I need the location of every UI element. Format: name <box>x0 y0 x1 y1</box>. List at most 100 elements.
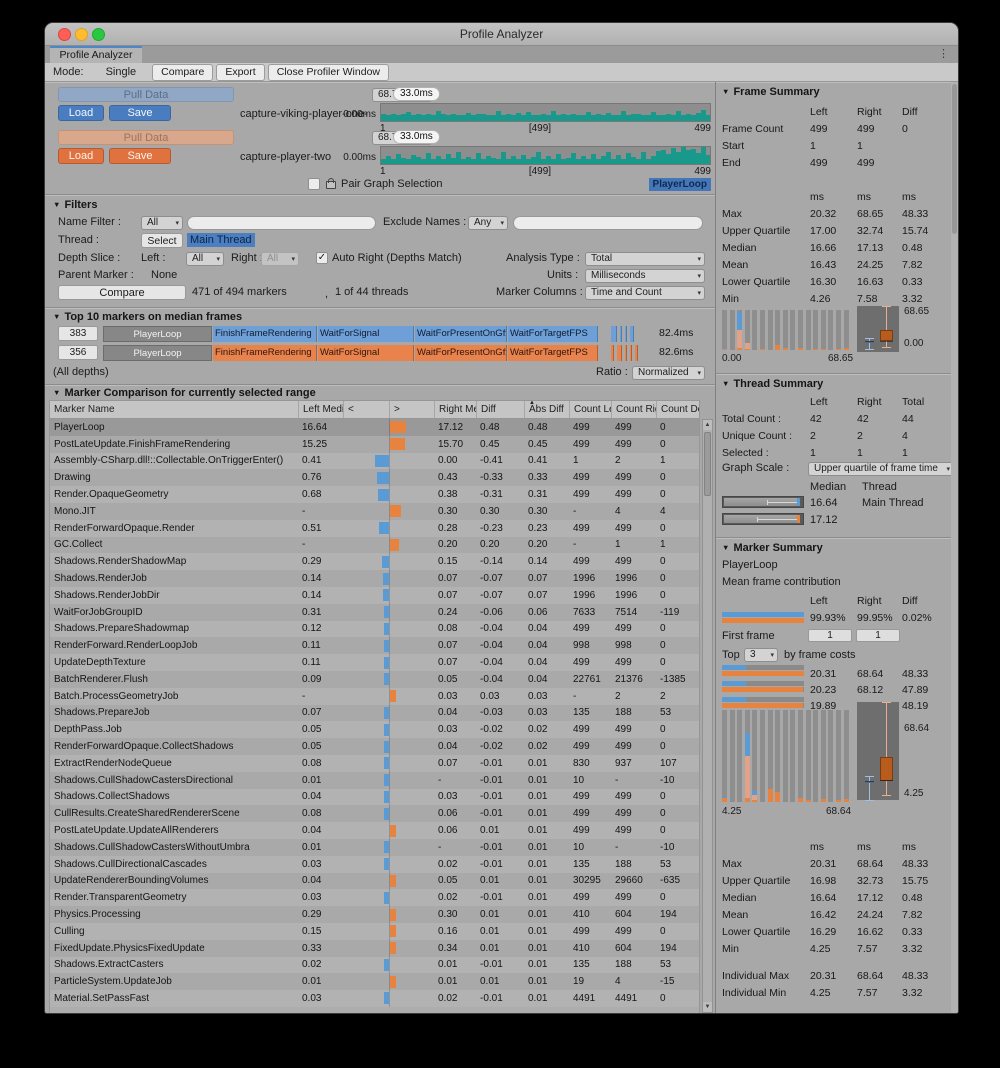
table-row[interactable]: BatchRenderer.Flush0.090.05-0.040.042276… <box>50 671 699 688</box>
table-row[interactable]: RenderForwardOpaque.CollectShadows0.050.… <box>50 738 699 755</box>
comparison-header[interactable]: ▼Marker Comparison for currently selecte… <box>53 387 316 399</box>
kebab-menu-icon[interactable]: ⋮ <box>938 47 949 60</box>
column-header-3[interactable]: > <box>389 401 434 418</box>
pull-data-button-right[interactable]: Pull Data <box>58 130 234 145</box>
marker-segment[interactable] <box>630 326 634 342</box>
compare-button[interactable]: Compare <box>58 285 186 300</box>
column-header-4[interactable]: Right Median <box>434 401 476 418</box>
table-row[interactable]: RenderForward.RenderLoopJob0.110.07-0.04… <box>50 637 699 654</box>
median-frame-button[interactable]: 383 <box>58 326 98 341</box>
close-button[interactable] <box>58 28 71 41</box>
table-row[interactable]: Culling0.150.160.010.014994990 <box>50 923 699 940</box>
table-row[interactable]: WaitForJobGroupID0.310.24-0.060.06763375… <box>50 604 699 621</box>
table-row[interactable]: Shadows.PrepareShadowmap0.120.08-0.040.0… <box>50 621 699 638</box>
top10-marker-bar[interactable]: PlayerLoopFinishFrameRenderingWaitForSig… <box>103 345 641 361</box>
table-row[interactable]: Drawing0.760.43-0.330.334994990 <box>50 469 699 486</box>
units-dropdown[interactable]: Milliseconds▾ <box>585 269 705 283</box>
frame-time-graph-left[interactable] <box>380 103 711 122</box>
first-frame-right-button[interactable]: 1 <box>856 629 900 642</box>
load-button-right[interactable]: Load <box>58 148 104 164</box>
scrollbar-thumb[interactable] <box>704 432 711 496</box>
table-row[interactable]: GC.Collect-0.200.200.20-11 <box>50 537 699 554</box>
table-row[interactable]: RenderForwardOpaque.Render0.510.28-0.230… <box>50 520 699 537</box>
top-count-dropdown[interactable]: 3▾ <box>744 648 778 662</box>
table-row[interactable]: PlayerLoop16.6417.120.480.484994990 <box>50 419 699 436</box>
filters-header[interactable]: ▼Filters <box>53 199 97 211</box>
marker-segment[interactable] <box>617 345 622 361</box>
table-row[interactable]: Shadows.ExtractCasters0.020.01-0.010.011… <box>50 957 699 974</box>
table-row[interactable]: PostLateUpdate.UpdateAllRenderers0.040.0… <box>50 822 699 839</box>
title-bar[interactable]: Profile Analyzer <box>45 23 958 46</box>
right-panel-scrollbar[interactable] <box>951 82 958 1013</box>
frame-summary-header[interactable]: ▼Frame Summary <box>722 86 820 98</box>
frame-summary-histogram[interactable] <box>722 310 852 350</box>
marker-summary-header[interactable]: ▼Marker Summary <box>722 542 823 554</box>
thread-select-button[interactable]: Select <box>141 233 183 248</box>
table-row[interactable]: CullResults.CreateSharedRendererScene0.0… <box>50 805 699 822</box>
marker-segment[interactable]: WaitForPresentOnGfxThread <box>415 326 507 342</box>
marker-segment[interactable] <box>625 345 627 361</box>
first-frame-left-button[interactable]: 1 <box>808 629 852 642</box>
auto-right-checkbox[interactable]: ✓ <box>316 252 328 264</box>
table-row[interactable]: Batch.ProcessGeometryJob-0.030.030.03-22 <box>50 688 699 705</box>
scroll-down-icon[interactable]: ▼ <box>703 1002 712 1012</box>
table-row[interactable]: Shadows.CullShadowCastersDirectional0.01… <box>50 772 699 789</box>
zoom-button[interactable] <box>92 28 105 41</box>
marker-segment[interactable] <box>630 345 632 361</box>
marker-segment[interactable]: WaitForSignal <box>318 345 414 361</box>
clip-threshold-right[interactable]: 33.0ms <box>393 130 440 144</box>
scrollbar-thumb[interactable] <box>952 84 957 234</box>
table-row[interactable]: PostLateUpdate.FinishFrameRendering15.25… <box>50 436 699 453</box>
top10-header[interactable]: ▼Top 10 markers on median frames <box>53 311 242 323</box>
column-header-2[interactable]: < <box>343 401 389 418</box>
marker-segment[interactable]: FinishFrameRendering <box>213 326 317 342</box>
marker-columns-dropdown[interactable]: Time and Count▾ <box>585 286 705 300</box>
table-row[interactable]: Render.TransparentGeometry0.030.02-0.010… <box>50 889 699 906</box>
table-row[interactable]: Mono.JIT-0.300.300.30-44 <box>50 503 699 520</box>
frame-summary-boxplot[interactable] <box>857 306 899 352</box>
table-row[interactable]: Assembly-CSharp.dll!::Collectable.OnTrig… <box>50 453 699 470</box>
save-button-left[interactable]: Save <box>109 105 171 121</box>
tab-profile-analyzer[interactable]: Profile Analyzer <box>50 46 142 63</box>
close-profiler-window-button[interactable]: Close Profiler Window <box>268 64 389 81</box>
table-row[interactable]: Material.SetPassFast0.030.02-0.010.01449… <box>50 990 699 1007</box>
exclude-names-dropdown[interactable]: Any▾ <box>468 216 508 230</box>
graph-scale-dropdown[interactable]: Upper quartile of frame time▾ <box>808 462 954 476</box>
exclude-names-input[interactable] <box>513 216 703 230</box>
marker-segment[interactable]: WaitForTargetFPS <box>508 345 598 361</box>
mode-export-button[interactable]: Export <box>216 64 264 81</box>
table-row[interactable]: Shadows.PrepareJob0.070.04-0.030.0313518… <box>50 705 699 722</box>
analysis-type-dropdown[interactable]: Total▾ <box>585 252 705 266</box>
column-header-9[interactable]: Count Delta <box>656 401 699 418</box>
load-button-left[interactable]: Load <box>58 105 104 121</box>
column-header-1[interactable]: Left Median <box>298 401 343 418</box>
marker-segment[interactable]: WaitForSignal <box>318 326 414 342</box>
marker-segment[interactable] <box>611 326 617 342</box>
scroll-up-icon[interactable]: ▲ <box>703 420 712 430</box>
marker-segment[interactable]: PlayerLoop <box>103 345 212 361</box>
median-frame-button[interactable]: 356 <box>58 345 98 360</box>
table-row[interactable]: UpdateRendererBoundingVolumes0.040.050.0… <box>50 873 699 890</box>
marker-segment[interactable] <box>625 326 627 342</box>
pull-data-button-left[interactable]: Pull Data <box>58 87 234 102</box>
table-row[interactable]: FixedUpdate.PhysicsFixedUpdate0.330.340.… <box>50 940 699 957</box>
top10-marker-bar[interactable]: PlayerLoopFinishFrameRenderingWaitForSig… <box>103 326 637 342</box>
marker-segment[interactable] <box>635 345 638 361</box>
table-row[interactable]: Physics.Processing0.290.300.010.01410604… <box>50 906 699 923</box>
save-button-right[interactable]: Save <box>109 148 171 164</box>
table-row[interactable]: Shadows.RenderShadowMap0.290.15-0.140.14… <box>50 553 699 570</box>
table-row[interactable]: Shadows.RenderJob0.140.07-0.070.07199619… <box>50 570 699 587</box>
thread-summary-header[interactable]: ▼Thread Summary <box>722 378 823 390</box>
table-row[interactable]: Shadows.CullShadowCastersWithoutUmbra0.0… <box>50 839 699 856</box>
frame-time-graph-right[interactable] <box>380 146 711 165</box>
table-row[interactable]: DepthPass.Job0.050.03-0.020.024994990 <box>50 721 699 738</box>
column-header-8[interactable]: Count Right <box>611 401 656 418</box>
marker-summary-histogram[interactable] <box>722 710 852 802</box>
mode-compare-button[interactable]: Compare <box>152 64 213 81</box>
marker-segment[interactable]: WaitForPresentOnGfxThread <box>415 345 507 361</box>
mode-single-button[interactable]: Single <box>106 66 137 78</box>
comparison-column-headers[interactable]: Marker NameLeft Median<>Right MedianDiff… <box>49 400 700 419</box>
column-header-7[interactable]: Count Left <box>569 401 611 418</box>
table-row[interactable]: ExtractRenderNodeQueue0.080.07-0.010.018… <box>50 755 699 772</box>
marker-segment[interactable]: PlayerLoop <box>103 326 212 342</box>
